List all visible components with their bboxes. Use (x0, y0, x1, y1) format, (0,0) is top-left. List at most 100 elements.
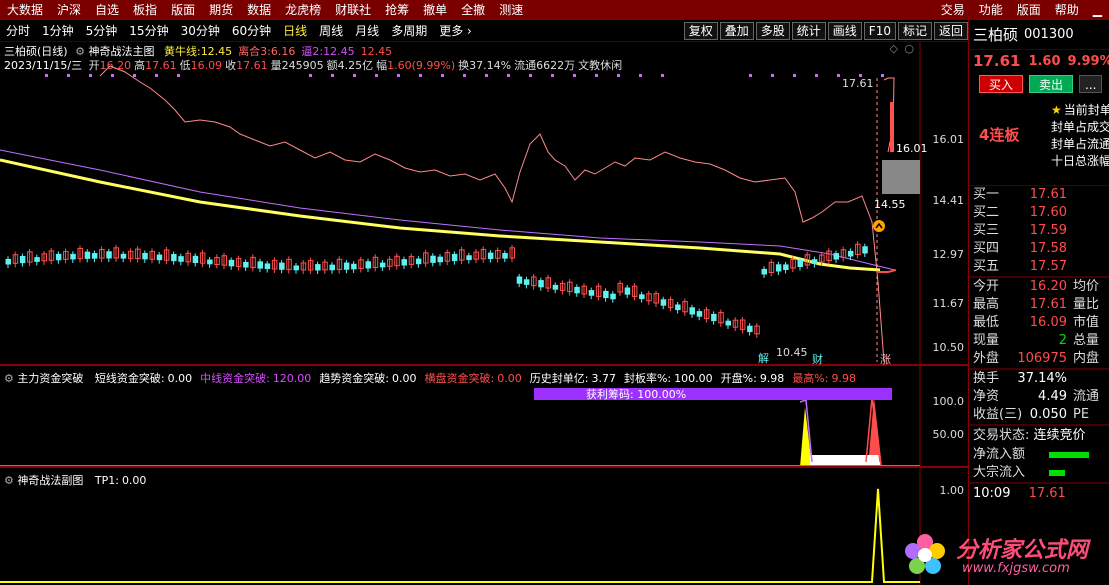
candle-body (696, 311, 703, 317)
menu-item[interactable]: 测速 (492, 0, 530, 20)
menu-item[interactable]: 版面 (164, 0, 202, 20)
candle-body (523, 279, 530, 285)
menu-item[interactable]: 沪深 (50, 0, 88, 20)
timeframe-tab[interactable]: 日线 (277, 22, 313, 39)
signal-dot (595, 74, 598, 77)
timeframe-tab[interactable]: 15分钟 (123, 22, 174, 39)
menu-item-right[interactable]: 版面 (1010, 0, 1048, 20)
sub1-item: 封板率%: 100.00 (623, 372, 713, 385)
sell-button[interactable]: 卖出 (1029, 75, 1074, 93)
chart-area[interactable]: 三柏硕(日线) ⚙ 神奇战法主图 黄牛线:12.45 离合3:6.16 逼2:12.… (0, 42, 968, 585)
buy-button[interactable]: 买入 (979, 75, 1024, 93)
timeframe-tab[interactable]: 60分钟 (226, 22, 277, 39)
candle-body (279, 262, 285, 270)
lianban-badge: 4连板 (979, 126, 1020, 144)
candle-body (401, 259, 407, 266)
sub1-header: ⚙ 主力资金突破 短线资金突破: 0.00 中线资金突破: 120.00 趋势资金突破:… (4, 370, 856, 386)
toolbar-button[interactable]: F10 (863, 21, 896, 40)
signal-dot (573, 74, 576, 77)
profit-label: 获利筹码: 100.00% (586, 388, 687, 401)
menu-item-right[interactable]: 帮助 (1048, 0, 1086, 20)
signal-dot (309, 74, 312, 77)
signal-dot (353, 74, 356, 77)
more-button[interactable]: ... (1079, 75, 1103, 93)
tick-price: 17.61 (1028, 486, 1066, 501)
chart-toolbar: 分时 1分钟 5分钟 15分钟 30分钟 60分钟 日线 周线 月线 多周期 更多 › 复权 叠加 多股统… (0, 20, 968, 42)
window-minimize-icon[interactable]: ▁ (1086, 0, 1109, 20)
menu-item[interactable]: 自选 (88, 0, 126, 20)
tp1-line (0, 488, 920, 583)
toolbar-button[interactable]: 标记 (897, 21, 932, 40)
orderbook-row: 买一 17.61 (973, 187, 1067, 202)
tick-time: 10:09 (973, 486, 1011, 501)
sub2-header: ⚙ 神奇战法副图 TP1: 0.00 (4, 472, 146, 488)
candle-body (660, 299, 667, 306)
candle-body (34, 257, 40, 262)
toolbar-button[interactable]: 叠加 (719, 21, 754, 40)
kline-chart[interactable] (0, 42, 968, 585)
signal-dot (529, 74, 532, 77)
signal-dot (771, 74, 774, 77)
sub1-item: 开盘%: 9.98 (720, 372, 785, 385)
toolbar-button[interactable]: 复权 (683, 21, 718, 40)
sub1-item: 趋势资金突破: 0.00 (319, 372, 417, 385)
timeframe-tab[interactable]: 5分钟 (80, 22, 124, 39)
candle-body (415, 258, 422, 265)
menu-item[interactable]: 板指 (126, 0, 164, 20)
stat-row: 收益(三) 0.050 PE (973, 407, 1090, 422)
menu-item[interactable]: 抢筹 (378, 0, 416, 20)
toolbar-button[interactable]: 多股 (755, 21, 790, 40)
toolbar-button[interactable]: 画线 (827, 21, 862, 40)
sub1-item: 横盘资金突破: 0.00 (424, 372, 522, 385)
settings-icon[interactable]: ⚙ (4, 372, 14, 385)
sub1-item: 短线资金突破: 0.00 (94, 372, 193, 385)
star-icon: ★ (1051, 103, 1062, 117)
stat-row: 换手 37.14% (973, 371, 1067, 386)
flow-row: 净流入额 (969, 446, 1109, 464)
stat-row: 今开 16.20 均价 (973, 279, 1100, 294)
candle-body (675, 304, 681, 311)
y-axis-label: 1.00 (939, 484, 965, 497)
sub1-name[interactable]: 主力资金突破 (17, 372, 83, 385)
timeframe-tab[interactable]: 多周期 (385, 22, 433, 39)
candle-body (437, 256, 443, 263)
menu-item-right[interactable]: 功能 (972, 0, 1010, 20)
high-price-label: 17.61 (842, 77, 874, 90)
toolbar-button[interactable]: 返回 (933, 21, 968, 40)
settings-icon[interactable]: ⚙ (4, 474, 14, 487)
menu-item[interactable]: 期货 (202, 0, 240, 20)
timeframe-tab[interactable]: 30分钟 (175, 22, 226, 39)
timeframe-tab[interactable]: 周线 (313, 22, 349, 39)
candle-body (106, 251, 112, 259)
menu-item[interactable]: 撤单 (416, 0, 454, 20)
orderbook-row: 买五 17.57 (973, 259, 1067, 274)
sub2-name[interactable]: 神奇战法副图 (17, 474, 83, 487)
sub2-item: TP1: 0.00 (94, 474, 147, 487)
timeframe-tab[interactable]: 更多 › (433, 22, 478, 39)
menu-item[interactable]: 龙虎榜 (278, 0, 328, 20)
menu-item[interactable]: 全撤 (454, 0, 492, 20)
orderbook-row: 买二 17.60 (973, 205, 1067, 220)
price-box (882, 160, 920, 194)
y-axis-label: 10.50 (932, 341, 965, 354)
menu-item[interactable]: 财联社 (328, 0, 378, 20)
signal-dot (551, 74, 554, 77)
candle-body (783, 264, 789, 270)
flow-bar (1049, 470, 1065, 476)
yellow-ox-line (0, 158, 881, 272)
menu-item[interactable]: 数据 (240, 0, 278, 20)
timeframe-tab[interactable]: 分时 (0, 22, 36, 39)
signal-dot (45, 74, 48, 77)
timeframe-tab[interactable]: 月线 (349, 22, 385, 39)
candle-body (538, 280, 544, 288)
toolbar-button[interactable]: 统计 (791, 21, 826, 40)
sub1-item: 中线资金突破: 120.00 (200, 372, 312, 385)
candle-body (192, 255, 199, 263)
candle-body (502, 253, 508, 259)
menu-item[interactable]: 大数据 (0, 0, 50, 20)
timeframe-tab[interactable]: 1分钟 (36, 22, 80, 39)
watermark-brand: 分析家公式网 (956, 538, 1089, 563)
menu-item-right[interactable]: 交易 (934, 0, 972, 20)
low-price-label: 10.45 (776, 346, 808, 359)
side-note: 封单占流通 (1051, 137, 1109, 151)
